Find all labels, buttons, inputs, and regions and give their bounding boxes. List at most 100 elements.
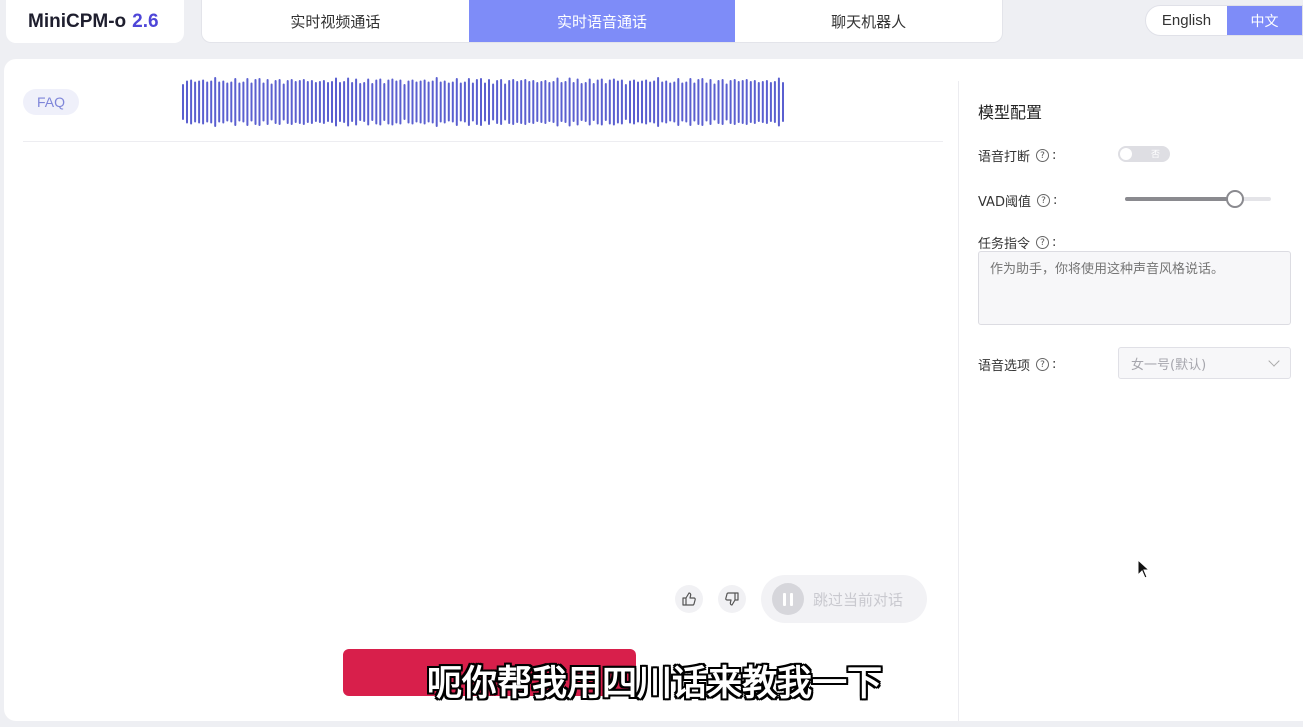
waveform-bar [773, 81, 776, 123]
waveform-bar [749, 81, 752, 123]
waveform-bar [580, 83, 583, 121]
waveform-bar [254, 79, 257, 125]
waveform-bar [633, 79, 635, 125]
question-circle-icon[interactable]: ? [1036, 236, 1050, 249]
waveform-bar [242, 81, 245, 123]
tab-chatbot[interactable]: 聊天机器人 [735, 0, 1002, 42]
voice-option-select[interactable]: 女一号(默认) [1118, 347, 1291, 379]
waveform-bar [677, 78, 680, 126]
waveform-bar [455, 78, 458, 126]
waveform-bar [709, 79, 712, 125]
waveform-bar [604, 83, 607, 121]
subtitle-text: 呃你帮我用四川话来教我一下 [426, 664, 882, 704]
faq-button[interactable]: FAQ [23, 89, 79, 115]
waveform-bar [230, 81, 233, 123]
dislike-button[interactable] [718, 585, 746, 613]
waveform-bar [218, 81, 221, 123]
waveform-bar [480, 78, 482, 126]
waveform-bar [496, 80, 499, 124]
waveform-bar [641, 80, 643, 124]
waveform-bar [463, 81, 466, 123]
waveform-bar [475, 79, 478, 125]
waveform-bar [423, 79, 426, 125]
waveform-bar [653, 80, 656, 124]
waveform-bar [492, 83, 495, 121]
waveform-bar [608, 79, 611, 125]
waveform-bar [717, 80, 720, 124]
waveform-bar [411, 79, 414, 125]
waveform-bar [274, 80, 277, 124]
waveform-bar [705, 82, 708, 122]
waveform-bar [624, 84, 627, 120]
toggle-text: 否 [1150, 150, 1160, 160]
waveform-bar [769, 82, 772, 122]
waveform-bar [459, 82, 462, 122]
waveform-bar [528, 81, 531, 123]
vad-slider[interactable] [1125, 190, 1271, 208]
thumbs-up-icon [682, 592, 696, 606]
skip-dialog-button[interactable]: 跳过当前对话 [761, 575, 927, 623]
waveform-bar [681, 82, 684, 122]
waveform-bar [371, 83, 374, 121]
waveform-bar [532, 80, 535, 124]
slider-handle[interactable] [1225, 190, 1244, 208]
main-panel: FAQ 跳过当前对话 模型配置 语音打断 ? : 否 VAD阈值 ? : 任务指… [4, 59, 1303, 721]
waveform-bar [701, 78, 704, 126]
waveform-bar [415, 81, 418, 123]
waveform-bar [339, 82, 341, 122]
waveform-bar [403, 84, 406, 120]
header-divider [23, 141, 943, 142]
waveform-bar [556, 77, 559, 127]
waveform-bar [588, 78, 591, 126]
waveform-bar [721, 79, 724, 125]
waveform-bar [306, 81, 309, 123]
voice-interrupt-toggle[interactable]: 否 [1118, 146, 1170, 162]
waveform-bar [568, 77, 571, 127]
tab-voice-call[interactable]: 实时语音通话 [468, 0, 736, 42]
waveform-bar [351, 82, 354, 122]
waveform-bar [471, 82, 474, 122]
question-circle-icon[interactable]: ? [1036, 358, 1050, 371]
waveform-bar [777, 77, 780, 127]
waveform-bar [327, 82, 329, 122]
waveform-bar [572, 82, 575, 122]
language-chinese-button[interactable]: 中文 [1226, 6, 1302, 35]
waveform-bar [302, 79, 305, 125]
waveform-bar [270, 83, 273, 121]
config-title: 模型配置 [978, 103, 1043, 122]
waveform-bar [508, 80, 511, 124]
waveform-bar [488, 79, 490, 125]
question-circle-icon[interactable]: ? [1036, 194, 1050, 207]
waveform-bar [226, 82, 229, 122]
waveform-bar [564, 81, 567, 123]
mode-tabs: 实时视频通话 实时语音通话 聊天机器人 [201, 0, 1003, 43]
waveform-bar [399, 79, 402, 125]
waveform-bar [447, 82, 450, 122]
waveform-bar [649, 81, 652, 123]
waveform-bar [214, 77, 217, 127]
question-circle-icon[interactable]: ? [1036, 149, 1050, 162]
thumbs-down-icon [725, 592, 739, 606]
voice-option-value: 女一号(默认) [1131, 357, 1207, 373]
waveform-bar [584, 82, 587, 122]
voice-interrupt-label: 语音打断 [978, 150, 1031, 165]
slider-fill [1125, 197, 1235, 201]
tab-video-call[interactable]: 实时视频通话 [202, 0, 469, 42]
waveform-bar [467, 78, 470, 126]
task-instruction-input[interactable] [978, 251, 1291, 325]
waveform-bar [548, 82, 551, 122]
waveform-bar [504, 83, 507, 121]
waveform-bar [202, 79, 205, 125]
waveform-bar [729, 80, 732, 124]
waveform-bar [512, 79, 515, 125]
app-logo: MiniCPM-o 2.6 [6, 0, 184, 43]
waveform-bar [383, 83, 386, 121]
waveform-bar [576, 78, 579, 126]
waveform-bar [661, 81, 664, 123]
waveform-bar [435, 77, 438, 127]
like-button[interactable] [675, 585, 703, 613]
waveform-bar [600, 78, 603, 126]
language-english-button[interactable]: English [1146, 6, 1227, 35]
waveform-bar [645, 79, 648, 125]
waveform-bar [363, 82, 366, 122]
